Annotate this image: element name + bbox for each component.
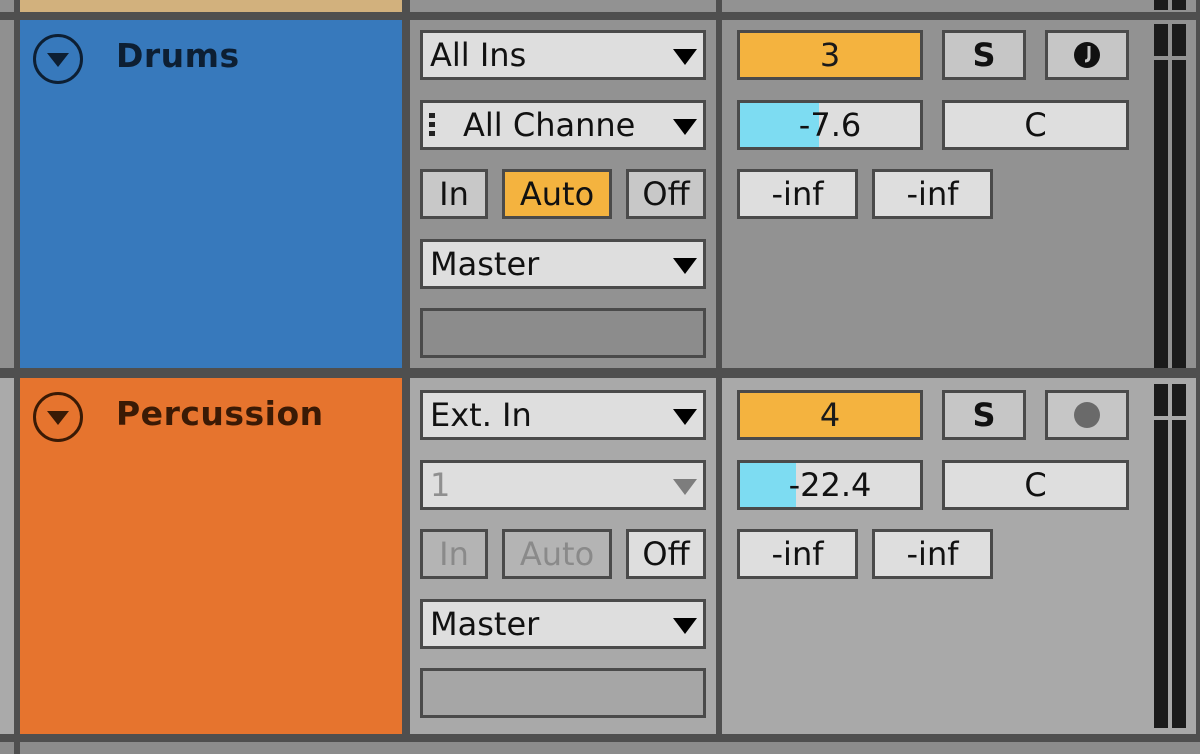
peak-right-display[interactable]: -inf: [872, 169, 993, 219]
midi-arm-icon: [1074, 42, 1100, 68]
meter-left-top: [1154, 0, 1168, 10]
track-name-cell[interactable]: Drums: [20, 20, 402, 368]
output-channel-field[interactable]: [420, 308, 706, 358]
monitor-off-button[interactable]: Off: [626, 529, 706, 579]
meter-right: [1172, 420, 1186, 728]
chevron-down-icon: [673, 258, 697, 274]
meter-left-peak: [1154, 384, 1168, 416]
chevron-down-icon: [673, 618, 697, 634]
io-section: Ext. In 1 In Auto Off Master: [410, 378, 716, 734]
track-activator-button[interactable]: 3: [737, 30, 923, 80]
monitor-auto-button[interactable]: Auto: [502, 169, 612, 219]
meter-right-peak: [1172, 24, 1186, 56]
bottom-strip: [0, 742, 14, 754]
meter-left: [1154, 420, 1168, 728]
arm-button[interactable]: [1045, 30, 1129, 80]
input-type-dropdown[interactable]: All Ins: [420, 30, 706, 80]
chevron-down-icon: [673, 119, 697, 135]
meter-right: [1172, 60, 1186, 368]
monitor-in-button[interactable]: In: [420, 529, 488, 579]
volume-field[interactable]: -7.6: [737, 100, 923, 150]
output-value: Master: [430, 605, 540, 643]
track-name-cell[interactable]: Percussion: [20, 378, 402, 734]
io-top: [410, 0, 716, 12]
peak-left-display[interactable]: -inf: [737, 529, 858, 579]
monitor-in-button[interactable]: In: [420, 169, 488, 219]
input-type-dropdown[interactable]: Ext. In: [420, 390, 706, 440]
volume-field[interactable]: -22.4: [737, 460, 923, 510]
output-value: Master: [430, 245, 540, 283]
volume-fill: [740, 463, 796, 507]
meter-right-top: [1172, 0, 1186, 10]
io-section: All Ins All Channe In Auto Off Master: [410, 20, 716, 368]
chevron-down-icon: [673, 49, 697, 65]
volume-value: -22.4: [788, 466, 872, 504]
input-type-value: Ext. In: [430, 396, 532, 434]
track-activator-button[interactable]: 4: [737, 390, 923, 440]
monitor-off-button[interactable]: Off: [626, 169, 706, 219]
fold-triangle-icon[interactable]: [33, 34, 83, 84]
solo-button[interactable]: S: [942, 390, 1026, 440]
input-channel-dropdown[interactable]: All Channe: [420, 100, 706, 150]
pan-field[interactable]: C: [942, 460, 1129, 510]
meter-left-peak: [1154, 24, 1168, 56]
monitor-auto-button[interactable]: Auto: [502, 529, 612, 579]
left-strip-top: [0, 0, 14, 12]
output-dropdown[interactable]: Master: [420, 599, 706, 649]
input-type-value: All Ins: [430, 36, 527, 74]
input-channel-dropdown[interactable]: 1: [420, 460, 706, 510]
track-name: Percussion: [116, 394, 324, 433]
meter-right-peak: [1172, 384, 1186, 416]
pan-field[interactable]: C: [942, 100, 1129, 150]
channel-selector-icon: [429, 113, 435, 139]
track-name: Drums: [116, 36, 240, 75]
bottom-row: [20, 742, 1200, 754]
output-channel-field[interactable]: [420, 668, 706, 718]
mixer-section: 4 S -22.4 C -inf -inf: [722, 378, 1196, 734]
track-name-top[interactable]: [20, 0, 402, 12]
meter-left: [1154, 60, 1168, 368]
input-channel-value: All Channe: [463, 106, 636, 144]
volume-value: -7.6: [798, 106, 862, 144]
input-channel-value: 1: [430, 466, 451, 504]
solo-button[interactable]: S: [942, 30, 1026, 80]
left-strip: [0, 378, 14, 734]
mixer-section: 3 S -7.6 C -inf -inf: [722, 20, 1196, 368]
peak-right-display[interactable]: -inf: [872, 529, 993, 579]
left-strip: [0, 20, 14, 368]
arm-button[interactable]: [1045, 390, 1129, 440]
fold-triangle-icon[interactable]: [33, 392, 83, 442]
output-dropdown[interactable]: Master: [420, 239, 706, 289]
audio-arm-icon: [1074, 402, 1100, 428]
mixer-top: [722, 0, 1196, 12]
chevron-down-icon: [673, 479, 697, 495]
chevron-down-icon: [673, 409, 697, 425]
peak-left-display[interactable]: -inf: [737, 169, 858, 219]
